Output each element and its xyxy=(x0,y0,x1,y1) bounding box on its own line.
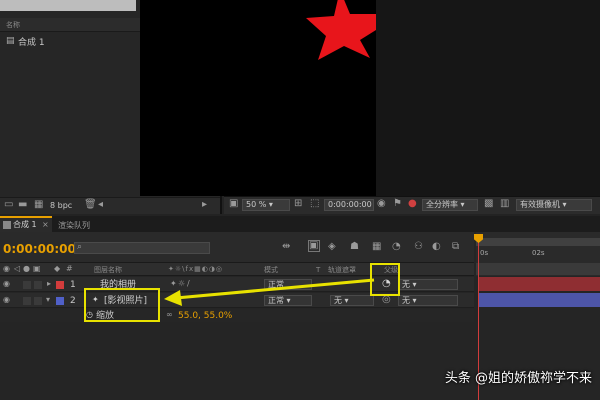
viewer-timecode[interactable]: 0:00:00:00 xyxy=(324,199,374,211)
graph-editor-icon[interactable]: ⧉ xyxy=(452,242,459,252)
col-trkmat[interactable]: 轨道遮罩 xyxy=(328,267,356,274)
layer-label-swatch[interactable] xyxy=(56,281,64,289)
ruler-label-0s: 0s xyxy=(480,249,489,257)
visibility-eye-icon[interactable]: ◉ xyxy=(3,296,10,304)
lock-toggle[interactable] xyxy=(34,297,42,305)
timeline-tab-bar xyxy=(0,216,600,232)
tab-composition-label: 合成 1 xyxy=(13,220,37,229)
col-mode[interactable]: 模式 xyxy=(264,267,278,274)
grid-icon[interactable]: ⊞ xyxy=(294,199,302,209)
live-update-icon[interactable]: ▣ xyxy=(308,240,320,252)
project-col-name[interactable]: 名称 xyxy=(6,22,20,29)
solo-icon[interactable]: ● xyxy=(23,265,30,273)
zoom-value: 50 % xyxy=(246,200,267,209)
switches-icon[interactable]: ✦☼\fx▦◐◑◎ xyxy=(168,266,223,273)
tab-close-icon[interactable]: × xyxy=(42,221,49,229)
transparency-grid-icon[interactable]: ▩ xyxy=(484,199,493,209)
layer-label-swatch[interactable] xyxy=(56,297,64,305)
project-item-name: 合成 1 xyxy=(18,38,45,48)
chevron-left-icon[interactable]: ◂ xyxy=(98,200,103,210)
bit-depth-button[interactable]: 8 bpc xyxy=(50,202,72,210)
tab-render-queue[interactable]: 渲染队列 xyxy=(58,222,90,230)
eye-icon[interactable]: ◉ xyxy=(3,265,10,273)
fast-preview-icon[interactable]: ▥ xyxy=(500,199,509,209)
layer-1-parent-value: 无 xyxy=(402,280,410,289)
visibility-eye-icon[interactable]: ◉ xyxy=(3,280,10,288)
collapse-triangle-icon[interactable]: ▾ xyxy=(46,296,50,304)
new-folder-icon[interactable]: ▬ xyxy=(18,200,27,210)
layer-index: 1 xyxy=(70,280,76,290)
color-channel-icon[interactable]: ● xyxy=(408,199,417,209)
arrow-annotation xyxy=(164,278,375,306)
brainstorm-icon[interactable]: ⚇ xyxy=(414,242,423,252)
composition-icon: ▤ xyxy=(6,36,15,46)
layer-1-duration-bar[interactable] xyxy=(478,277,600,291)
interpret-footage-icon[interactable]: ▭ xyxy=(4,200,13,210)
col-trkmat-t[interactable]: T xyxy=(316,267,320,274)
frame-blending-icon[interactable]: ▦ xyxy=(372,242,381,252)
solo-toggle[interactable] xyxy=(23,297,31,305)
viewer-canvas[interactable] xyxy=(140,0,376,196)
region-of-interest-icon[interactable]: ⬚ xyxy=(310,199,319,209)
camera-dropdown[interactable]: 有效摄像机 ▾ xyxy=(516,199,592,211)
layer-index: 2 xyxy=(70,296,76,306)
search-icon: ⌕ xyxy=(77,242,83,252)
lock-toggle[interactable] xyxy=(34,281,42,289)
audio-icon[interactable]: ◁ xyxy=(14,265,20,273)
property-value[interactable]: 55.0, 55.0% xyxy=(178,312,232,321)
red-star-shape[interactable] xyxy=(140,0,376,196)
solo-toggle[interactable] xyxy=(23,281,31,289)
current-time-display[interactable]: 0:00:00:00 xyxy=(3,243,76,255)
layer-2-duration-bar[interactable] xyxy=(478,293,600,307)
work-area-bar[interactable] xyxy=(476,238,600,246)
zoom-dropdown[interactable]: 50 % ▾ xyxy=(242,199,290,211)
col-layer-name[interactable]: 图层名称 xyxy=(94,267,122,274)
tab-composition[interactable]: 合成 1 × xyxy=(0,216,52,232)
new-composition-icon[interactable]: ▦ xyxy=(34,200,43,210)
ruler-label-02s: 02s xyxy=(532,249,545,257)
chevron-right-icon[interactable]: ▸ xyxy=(202,200,207,210)
draft-3d-icon[interactable]: ◈ xyxy=(328,242,336,252)
resolution-value: 全分辨率 xyxy=(426,200,458,209)
trash-icon[interactable]: 🗑 xyxy=(84,200,97,210)
motion-blur-icon[interactable]: ◔ xyxy=(392,242,401,252)
property-row-scale[interactable]: ◷ 缩放 ∞ 55.0, 55.0% xyxy=(0,309,474,322)
timeline-search-input[interactable]: ⌕ xyxy=(74,242,210,254)
expand-triangle-icon[interactable]: ▸ xyxy=(47,280,51,288)
watermark: 头条 @姐的娇傲祢学不来 xyxy=(444,371,592,386)
pick-whip-icon[interactable]: ◎ xyxy=(382,295,391,305)
ruler-track xyxy=(476,263,600,275)
camera-value: 有效摄像机 xyxy=(520,200,560,209)
composition-mini-flowchart-icon[interactable]: ⇹ xyxy=(282,242,290,252)
label-icon[interactable]: ◆ xyxy=(54,265,60,273)
project-search-input[interactable] xyxy=(0,0,136,11)
show-snapshot-icon[interactable]: ⚑ xyxy=(393,199,402,209)
camera-snapshot-icon[interactable]: ◉ xyxy=(377,199,386,209)
highlight-box-layer xyxy=(84,288,160,322)
layer-1-parent-dropdown[interactable]: 无 ▾ xyxy=(398,279,458,290)
layer-2-parent-dropdown[interactable]: 无 ▾ xyxy=(398,295,458,306)
auto-keyframe-icon[interactable]: ◐ xyxy=(432,242,441,252)
always-preview-icon[interactable]: ▣ xyxy=(229,199,238,209)
resolution-dropdown[interactable]: 全分辨率 ▾ xyxy=(422,199,478,211)
constrain-proportions-icon[interactable]: ∞ xyxy=(166,311,173,319)
comp-tab-icon xyxy=(3,221,11,229)
shy-layers-icon[interactable]: ☗ xyxy=(350,242,359,252)
lock-icon[interactable]: ▣ xyxy=(33,265,41,273)
layer-2-parent-value: 无 xyxy=(402,296,410,305)
number-icon[interactable]: # xyxy=(66,265,73,273)
project-bottom-bar xyxy=(0,197,220,214)
